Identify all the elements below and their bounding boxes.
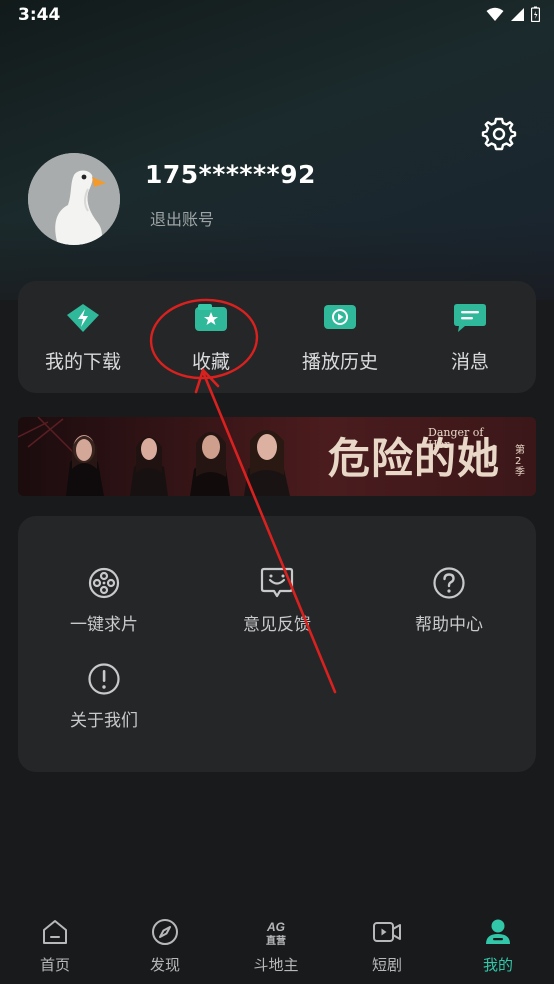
settings-button[interactable] xyxy=(481,115,517,151)
film-reel-icon xyxy=(88,567,120,599)
favorites-star-icon xyxy=(195,304,227,331)
quick-action-history[interactable]: 播放历史 xyxy=(275,281,405,393)
tab-label: 发现 xyxy=(149,956,180,974)
ag-live-icon-text-top: AG xyxy=(266,920,285,934)
quick-action-downloads[interactable]: 我的下载 xyxy=(18,281,148,393)
tab-me[interactable]: 我的 xyxy=(443,905,553,984)
help-icon xyxy=(433,567,465,599)
tab-doudizhu[interactable]: AG 直营 斗地主 xyxy=(221,905,331,984)
tab-label: 首页 xyxy=(39,956,70,974)
download-bolt-icon xyxy=(67,304,99,332)
quick-action-messages[interactable]: 消息 xyxy=(405,281,535,393)
wifi-icon xyxy=(486,7,504,21)
about-icon xyxy=(88,663,120,695)
username: 175******92 xyxy=(145,160,316,189)
banner-season: 第2季 xyxy=(515,445,525,478)
goose-avatar-icon xyxy=(28,153,120,245)
ag-live-icon: AG 直营 xyxy=(266,920,286,947)
avatar[interactable] xyxy=(28,153,120,245)
profile-icon xyxy=(486,919,510,944)
banner-poster-art xyxy=(18,417,318,496)
logout-link[interactable]: 退出账号 xyxy=(150,206,214,230)
service-label: 关于我们 xyxy=(70,711,138,731)
quick-action-favorites[interactable]: 收藏 xyxy=(146,281,276,393)
quick-action-label: 消息 xyxy=(450,351,489,373)
gear-icon xyxy=(481,117,517,151)
tab-label: 斗地主 xyxy=(253,956,299,974)
message-icon xyxy=(454,304,486,332)
play-history-icon xyxy=(324,305,356,329)
service-about[interactable]: 关于我们 xyxy=(19,662,189,752)
service-label: 帮助中心 xyxy=(415,615,483,635)
service-feedback[interactable]: 意见反馈 xyxy=(192,566,362,656)
video-icon xyxy=(373,922,401,942)
home-icon xyxy=(43,920,67,944)
quick-action-label: 我的下载 xyxy=(44,351,121,373)
feedback-icon xyxy=(260,567,294,598)
banner-subtitle: Danger of Her xyxy=(428,426,484,451)
battery-icon xyxy=(531,6,540,22)
status-icons xyxy=(486,6,540,22)
service-help[interactable]: 帮助中心 xyxy=(364,566,534,656)
services-card: 一键求片 意见反馈 帮助中心 关于我们 xyxy=(18,516,536,772)
quick-action-label: 播放历史 xyxy=(301,351,378,373)
tab-short-drama[interactable]: 短剧 xyxy=(332,905,442,984)
tab-label: 短剧 xyxy=(371,956,402,974)
tab-home[interactable]: 首页 xyxy=(0,905,110,984)
promo-banner[interactable]: 危险的她 Danger of Her 第2季 xyxy=(18,417,536,496)
compass-icon xyxy=(152,919,178,945)
service-request-film[interactable]: 一键求片 xyxy=(19,566,189,656)
status-bar: 3:44 xyxy=(0,0,554,30)
bottom-tab-bar: 首页 发现 AG 直营 斗地主 短剧 我的 xyxy=(0,905,554,984)
service-label: 意见反馈 xyxy=(243,615,311,635)
signal-icon xyxy=(511,7,524,21)
status-time: 3:44 xyxy=(18,5,61,25)
tab-discover[interactable]: 发现 xyxy=(110,905,220,984)
tab-label: 我的 xyxy=(482,956,513,974)
quick-action-label: 收藏 xyxy=(191,351,230,373)
ag-live-icon-text-bottom: 直营 xyxy=(266,934,286,947)
service-label: 一键求片 xyxy=(70,615,138,635)
quick-actions-card: 我的下载 收藏 播放历史 消息 xyxy=(18,281,536,393)
